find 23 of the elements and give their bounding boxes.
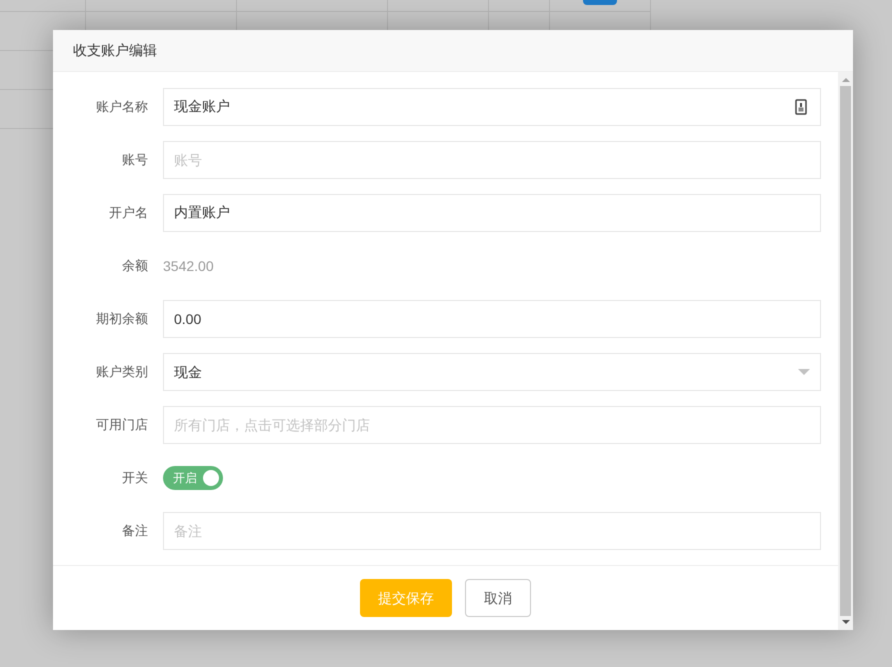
input-field[interactable]: 所有门店，点击可选择部分门店 xyxy=(163,406,821,444)
dropdown-caret-icon xyxy=(798,369,810,375)
input-field[interactable]: 内置账户 xyxy=(163,194,821,232)
field-label: 开户名 xyxy=(108,204,149,222)
select-field[interactable]: 现金 xyxy=(163,353,821,391)
input-field[interactable]: 账号 xyxy=(163,141,821,179)
field-label: 账户类别 xyxy=(95,363,149,382)
cancel-button[interactable]: 取消 xyxy=(465,579,531,617)
dialog-title: 收支账户编辑 xyxy=(73,41,157,60)
input-field[interactable]: 0.00 xyxy=(163,300,821,338)
field-label: 开关 xyxy=(121,469,149,488)
field-label: 余额 xyxy=(121,257,149,276)
field-label: 可用门店 xyxy=(95,416,149,434)
field-label: 账号 xyxy=(121,151,149,170)
field-label: 备注 xyxy=(121,522,149,540)
input-field[interactable]: 备注 xyxy=(163,512,821,550)
field-label: 账户名称 xyxy=(95,98,149,116)
input-field[interactable]: 现金账户 xyxy=(163,88,821,126)
scrollbar[interactable] xyxy=(838,72,853,630)
balance-value: 3542.00 xyxy=(163,256,214,276)
contact-card-icon[interactable] xyxy=(795,99,807,115)
button[interactable] xyxy=(583,0,617,5)
field-label: 期初余额 xyxy=(95,310,149,328)
